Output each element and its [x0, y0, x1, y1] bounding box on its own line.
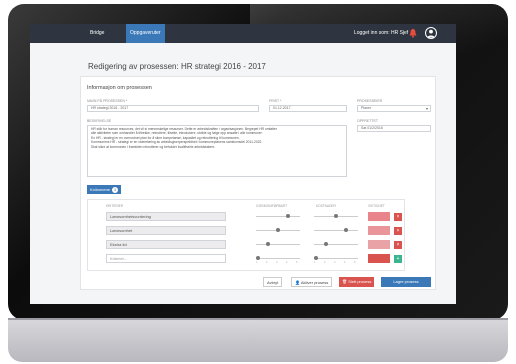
name-label: Navn på prosessen *	[87, 99, 128, 103]
gjennomfoerbart-slider[interactable]	[256, 212, 300, 221]
slider-track	[256, 216, 300, 217]
header-viktighet: Viktighet	[368, 204, 385, 208]
slett-label: Slett prosess	[348, 279, 372, 284]
page-title: Redigering av prosessen: HR strategi 201…	[88, 62, 266, 71]
process-form-card: Informasjon om prosessen Navn på prosess…	[80, 76, 436, 290]
screen: Bridge Oppgaveruter Logget inn som: HR S…	[30, 24, 456, 304]
slider-tick-label: 2	[266, 261, 268, 264]
nav-tab-oppgaveruter[interactable]: Oppgaveruter	[126, 24, 165, 43]
kostnader-slider[interactable]	[314, 240, 358, 249]
aktiver-button[interactable]: 👤 Aktiver prosess	[291, 277, 333, 287]
add-criterion-button[interactable]: +	[394, 254, 402, 263]
slider-handle[interactable]	[334, 214, 338, 218]
top-navbar: Bridge Oppgaveruter Logget inn som: HR S…	[30, 24, 456, 43]
slider-handle[interactable]	[324, 242, 328, 246]
kostnader-slider[interactable]: 1 2 3 4 5	[314, 254, 358, 264]
gjennomfoerbart-slider[interactable]: 1 2 3 4 5	[256, 254, 300, 264]
lagre-button[interactable]: Lagre prosess	[381, 277, 431, 287]
gjennomfoerbart-slider[interactable]	[256, 240, 300, 249]
header-kostnader: Kostnader	[316, 204, 336, 208]
slider-tick-label: 4	[286, 261, 288, 264]
trash-icon: ×	[396, 213, 400, 220]
criterion-name-input[interactable]: Ekstra tid	[106, 240, 226, 249]
user-icon: 👤	[295, 280, 300, 285]
slider-tick-label: 5	[354, 261, 356, 264]
slider-handle[interactable]	[276, 228, 280, 232]
slider-handle[interactable]	[344, 228, 348, 232]
slider-handle[interactable]	[256, 256, 260, 260]
description-line: Skal sikre at kommunen i framtiden rekru…	[91, 144, 216, 149]
frist-date-input[interactable]: 01.12.2017	[269, 105, 347, 112]
aktiver-label: Aktiver prosess	[300, 280, 329, 285]
slider-tick-label: 4	[344, 261, 346, 264]
avbryt-button[interactable]: Avbryt	[263, 277, 283, 287]
delete-criterion-button[interactable]: ×	[394, 212, 402, 221]
slider-handle[interactable]	[266, 242, 270, 246]
slider-track	[256, 244, 300, 245]
viktighet-bar	[368, 240, 390, 249]
owner-value: Planer	[361, 106, 372, 110]
slider-tick-label: 2	[324, 261, 326, 264]
viktighet-bar	[368, 254, 390, 263]
kostnader-slider[interactable]	[314, 226, 358, 235]
brand-link[interactable]: Bridge	[90, 24, 104, 43]
header-kriterier: Kriterier	[106, 204, 124, 208]
viktighet-bar	[368, 226, 390, 235]
process-name-input[interactable]: HR strategi 2016 - 2017	[87, 105, 259, 112]
trash-icon: ×	[396, 227, 400, 234]
monitor-base	[8, 318, 508, 362]
criterion-name-input[interactable]: Lønnsomhet	[106, 226, 226, 235]
slider-handle[interactable]	[314, 256, 318, 260]
trash-icon: ×	[396, 241, 400, 248]
slider-track	[314, 258, 358, 259]
opprettet-label: Opprettet	[357, 119, 379, 123]
chevron-down-icon: ▾	[425, 106, 428, 111]
criteria-panel: Kriterier Gjennomførbart Kostnader Vikti…	[87, 199, 405, 271]
kollonnene-button[interactable]: Kollonnene 3	[87, 185, 122, 194]
slider-tick-label: 3	[276, 261, 278, 264]
kollonnene-label: Kollonnene	[90, 187, 111, 192]
viktighet-bar	[368, 212, 390, 221]
delete-criterion-button[interactable]: ×	[394, 226, 402, 235]
bell-icon[interactable]	[409, 28, 417, 38]
delete-criterion-button[interactable]: ×	[394, 240, 402, 249]
new-criterion-input[interactable]: Kriterier...	[106, 254, 226, 263]
trash-icon: 🗑	[342, 279, 348, 284]
description-textarea[interactable]: HR står for human resources, det vil si …	[87, 125, 347, 177]
user-avatar-icon[interactable]	[425, 27, 437, 39]
slider-tick-label: 5	[296, 261, 298, 264]
plus-icon: +	[396, 255, 400, 262]
header-gjennomfoerbart: Gjennomførbart	[256, 204, 288, 208]
user-link[interactable]: Logget inn som: HR Sjef	[354, 24, 408, 43]
section-title: Informasjon om prosessen	[87, 85, 152, 91]
slider-track	[314, 244, 358, 245]
slider-tick-label: 1	[256, 261, 258, 264]
slett-button[interactable]: 🗑 Slett prosess	[339, 277, 375, 287]
slider-track	[256, 258, 300, 259]
slider-handle[interactable]	[286, 214, 290, 218]
criterion-name-input[interactable]: Lønnsomhetsvurdering	[106, 212, 226, 221]
slider-tick-label: 3	[334, 261, 336, 264]
slider-tick-label: 1	[314, 261, 316, 264]
owner-select[interactable]: Planer ▾	[357, 105, 431, 112]
slider-track	[314, 230, 358, 231]
kostnader-slider[interactable]	[314, 212, 358, 221]
owner-label: Prosesseier	[357, 99, 383, 103]
frist-label: Frist *	[269, 99, 282, 103]
beskrivelse-label: Beskrivelse	[87, 119, 112, 123]
gjennomfoerbart-slider[interactable]	[256, 226, 300, 235]
opprettet-input[interactable]: Sat 01/2/2016	[357, 125, 431, 132]
monitor-base-edge	[8, 318, 508, 320]
kollonnene-count-badge: 3	[112, 186, 119, 193]
